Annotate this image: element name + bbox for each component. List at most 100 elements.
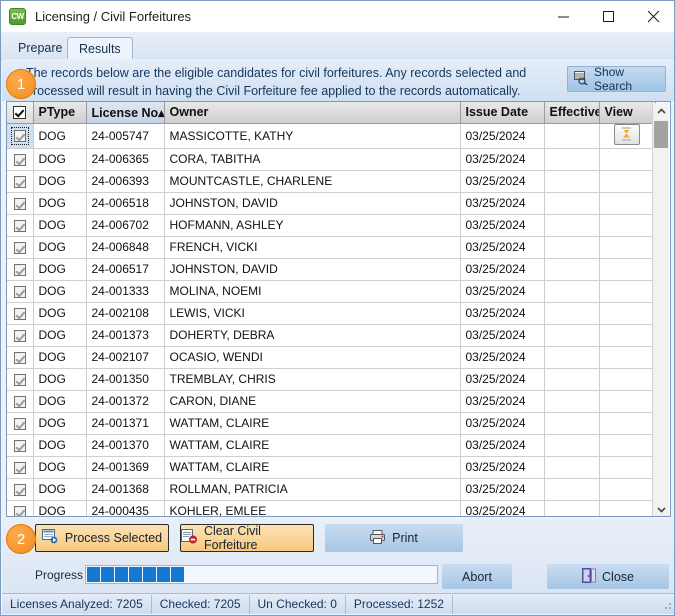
row-checkbox[interactable] [13,307,26,320]
cell-issue-date: 03/25/2024 [460,170,545,193]
table-row[interactable]: DOG 24-001333 MOLINA, NOEMI 03/25/2024 [7,280,656,303]
table-row[interactable]: DOG 24-001369 WATTAM, CLAIRE 03/25/2024 [7,456,656,479]
row-checkbox[interactable] [13,373,26,386]
grid-vertical-scrollbar[interactable] [652,103,669,516]
cell-view [599,390,656,413]
row-checkbox[interactable] [13,395,26,408]
column-header-effective-date[interactable]: Effective Date [544,102,600,124]
column-header-view[interactable]: View [599,102,656,124]
row-checkbox[interactable] [13,153,26,166]
scrollbar-thumb[interactable] [654,121,668,148]
row-checkbox-cell[interactable] [7,434,34,457]
civil-forfeitures-window: CW Licensing / Civil Forfeitures Prepare… [0,0,675,616]
row-checkbox[interactable] [13,175,26,188]
row-checkbox-cell[interactable] [7,500,34,516]
table-row[interactable]: DOG 24-002108 LEWIS, VICKI 03/25/2024 [7,302,656,325]
row-checkbox-cell[interactable] [7,390,34,413]
table-row[interactable]: DOG 24-006365 CORA, TABITHA 03/25/2024 [7,148,656,171]
row-checkbox-cell[interactable] [7,258,34,281]
row-checkbox[interactable] [13,285,26,298]
tab-prepare[interactable]: Prepare [7,37,73,59]
cell-license-no: 24-001371 [86,412,165,435]
cell-ptype: DOG [33,170,87,193]
table-row[interactable]: DOG 24-001372 CARON, DIANE 03/25/2024 [7,390,656,413]
cell-license-no: 24-001369 [86,456,165,479]
scroll-up-icon[interactable] [653,103,669,119]
row-checkbox[interactable] [13,461,26,474]
table-row[interactable]: DOG 24-006393 MOUNTCASTLE, CHARLENE 03/25/2… [7,170,656,193]
cell-license-no: 24-000435 [86,500,165,516]
resize-grip-icon[interactable] [660,598,672,610]
minimize-icon[interactable] [541,1,586,32]
table-row[interactable]: DOG 24-001350 TREMBLAY, CHRIS 03/25/2024 [7,368,656,391]
row-checkbox[interactable] [13,417,26,430]
row-checkbox[interactable] [13,219,26,232]
clear-civil-forfeiture-button[interactable]: Clear Civil Forfeiture [180,524,314,552]
status-cell: Licenses Analyzed: 7205 [2,594,152,614]
row-checkbox[interactable] [13,263,26,276]
row-checkbox[interactable] [13,439,26,452]
cell-issue-date: 03/25/2024 [460,368,545,391]
row-checkbox-cell[interactable] [7,324,34,347]
column-header-select-all[interactable] [7,102,34,124]
column-header-ptype[interactable]: PType [33,102,87,124]
select-all-checkbox[interactable] [13,106,27,120]
row-checkbox-cell[interactable] [7,280,34,303]
table-row[interactable]: DOG 24-006517 JOHNSTON, DAVID 03/25/2024 [7,258,656,281]
table-row[interactable]: DOG 24-000435 KOHLER, EMLEE 03/25/2024 [7,500,656,516]
row-checkbox-cell[interactable] [7,236,34,259]
row-checkbox-cell[interactable] [7,368,34,391]
row-checkbox[interactable] [13,329,26,342]
row-checkbox-cell[interactable] [7,214,34,237]
row-checkbox-cell[interactable] [7,148,34,171]
column-header-issue-date[interactable]: Issue Date [460,102,545,124]
scroll-down-icon[interactable] [653,501,669,516]
tab-results[interactable]: Results [67,37,133,60]
cell-owner: MASSICOTTE, KATHY [164,123,461,149]
row-checkbox-cell[interactable] [7,346,34,369]
table-row[interactable]: DOG 24-001368 ROLLMAN, PATRICIA 03/25/2024 [7,478,656,501]
column-header-license-no[interactable]: License No▴ [86,102,165,124]
progress-chunk [101,567,114,582]
cell-issue-date: 03/25/2024 [460,324,545,347]
process-selected-button[interactable]: Process Selected [35,524,169,552]
cell-effective-date [544,148,600,171]
cell-view[interactable] [599,123,656,149]
column-header-owner[interactable]: Owner [164,102,461,124]
cell-issue-date: 03/25/2024 [460,346,545,369]
table-row[interactable]: DOG 24-006702 HOFMANN, ASHLEY 03/25/2024 [7,214,656,237]
view-record-button[interactable] [614,123,640,145]
close-button[interactable]: Close [547,564,669,589]
cell-owner: TREMBLAY, CHRIS [164,368,461,391]
table-row[interactable]: DOG 24-005747 MASSICOTTE, KATHY 03/25/2024 [7,123,656,149]
row-checkbox-cell[interactable] [7,302,34,325]
maximize-icon[interactable] [586,1,631,32]
row-checkbox[interactable] [13,505,26,516]
table-row[interactable]: DOG 24-006848 FRENCH, VICKI 03/25/2024 [7,236,656,259]
row-checkbox[interactable] [13,483,26,496]
row-checkbox-cell[interactable] [7,412,34,435]
row-checkbox-cell[interactable] [7,170,34,193]
cell-owner: ROLLMAN, PATRICIA [164,478,461,501]
cell-license-no: 24-001372 [86,390,165,413]
abort-button[interactable]: Abort [442,564,512,589]
abort-label: Abort [462,569,492,584]
row-checkbox[interactable] [13,241,26,254]
print-button[interactable]: Print [325,524,463,552]
table-row[interactable]: DOG 24-001373 DOHERTY, DEBRA 03/25/2024 [7,324,656,347]
row-checkbox-cell[interactable] [7,123,34,149]
table-row[interactable]: DOG 24-002107 OCASIO, WENDI 03/25/2024 [7,346,656,369]
cell-ptype: DOG [33,258,87,281]
close-icon[interactable] [631,1,674,32]
table-row[interactable]: DOG 24-006518 JOHNSTON, DAVID 03/25/2024 [7,192,656,215]
row-checkbox[interactable] [13,197,26,210]
clear-record-icon [181,529,198,547]
show-search-button[interactable]: Show Search [567,65,666,93]
row-checkbox[interactable] [10,127,29,146]
row-checkbox-cell[interactable] [7,478,34,501]
table-row[interactable]: DOG 24-001370 WATTAM, CLAIRE 03/25/2024 [7,434,656,457]
row-checkbox[interactable] [13,351,26,364]
row-checkbox-cell[interactable] [7,192,34,215]
table-row[interactable]: DOG 24-001371 WATTAM, CLAIRE 03/25/2024 [7,412,656,435]
row-checkbox-cell[interactable] [7,456,34,479]
